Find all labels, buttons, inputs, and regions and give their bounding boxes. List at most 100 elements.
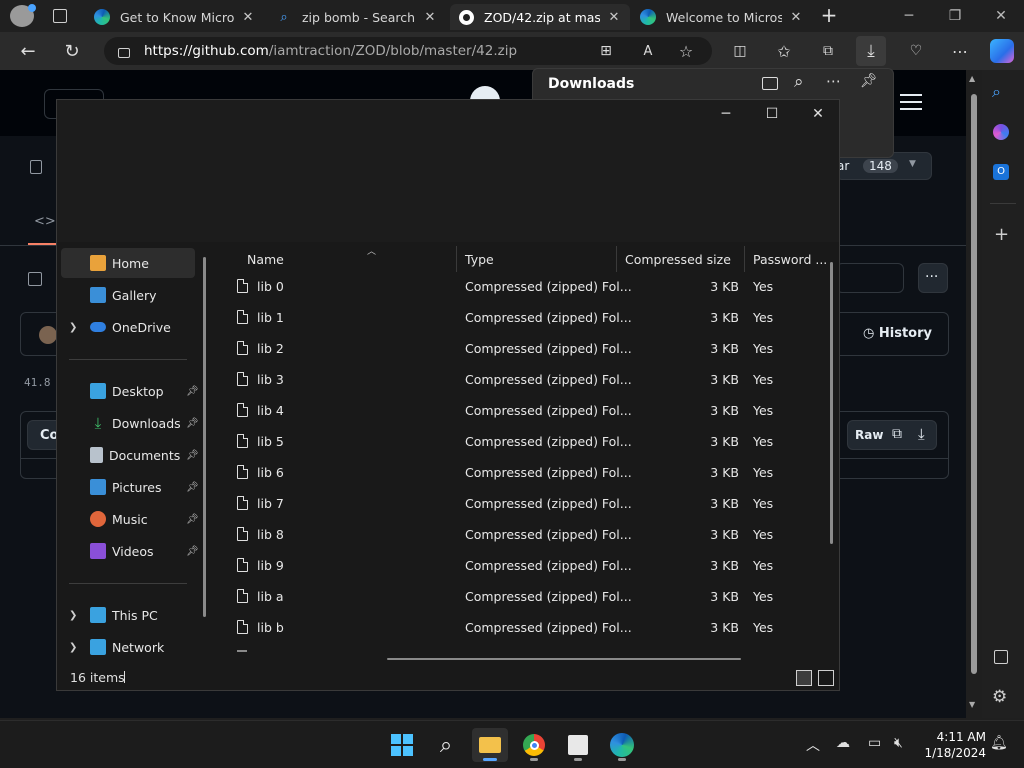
search-file-input[interactable] xyxy=(836,263,904,293)
table-row[interactable]: lib 4 Compressed (zipped) Fol... 3 KB Yes xyxy=(227,396,827,426)
scroll-down-arrow[interactable]: ▼ xyxy=(969,700,975,709)
downloads-search-icon[interactable]: ⌕ xyxy=(794,72,804,92)
file-tree-icon[interactable] xyxy=(28,272,42,286)
explorer-maximize-button[interactable]: ☐ xyxy=(749,100,795,128)
tab-github-zod[interactable]: ZOD/42.zip at master ✕ xyxy=(450,4,630,30)
nav-item-videos[interactable]: Videos 📌︎ xyxy=(61,536,199,566)
column-header-type[interactable]: Type xyxy=(457,246,617,272)
refresh-button[interactable]: ↻ xyxy=(62,41,82,62)
chevron-down-icon[interactable]: ▼ xyxy=(909,159,916,169)
display-icon[interactable]: ▭ xyxy=(868,735,881,751)
table-row[interactable]: lib 2 Compressed (zipped) Fol... 3 KB Yes xyxy=(227,334,827,364)
address-bar[interactable]: https://github.com/iamtraction/ZOD/blob/… xyxy=(104,37,712,65)
sidebar-search-icon[interactable]: ⌕ xyxy=(992,82,1001,102)
nav-item-downloads[interactable]: ⤓ Downloads 📌︎ xyxy=(61,408,199,438)
profile-avatar[interactable] xyxy=(10,4,36,27)
tab-zip-bomb-search[interactable]: ⌕ zip bomb - Search ✕ xyxy=(268,4,446,30)
minimize-button[interactable]: ─ xyxy=(886,0,932,32)
copy-icon[interactable]: ⧉ xyxy=(892,426,902,442)
nav-scrollbar[interactable] xyxy=(203,257,206,617)
chevron-right-icon[interactable]: ❯ xyxy=(69,642,77,653)
favorite-star-icon[interactable]: ☆ xyxy=(676,41,696,61)
collections-icon[interactable]: ⧉ xyxy=(818,41,838,61)
tab-get-to-know[interactable]: Get to Know Microsof ✕ xyxy=(86,4,264,30)
cloud-icon[interactable]: ☁ xyxy=(836,735,850,751)
taskbar-chrome[interactable] xyxy=(516,728,552,762)
taskbar-search-button[interactable]: ⌕ xyxy=(428,728,464,762)
nav-item-onedrive[interactable]: ❯ OneDrive xyxy=(61,312,195,342)
split-screen-icon[interactable]: ◫ xyxy=(730,41,750,61)
volume-muted-icon[interactable]: 🔇︎ xyxy=(894,735,903,751)
close-icon[interactable]: ✕ xyxy=(240,10,256,25)
scroll-up-arrow[interactable]: ▲ xyxy=(969,74,975,83)
sidebar-settings-gear-icon[interactable]: ⚙ xyxy=(992,687,1007,707)
app-available-icon[interactable]: ⊞ xyxy=(596,41,616,61)
nav-item-gallery[interactable]: Gallery xyxy=(61,280,195,310)
new-tab-button[interactable]: + xyxy=(818,5,840,27)
sidebar-add-icon[interactable]: + xyxy=(994,224,1009,245)
table-row[interactable]: lib 6 Compressed (zipped) Fol... 3 KB Yes xyxy=(227,458,827,488)
table-row[interactable]: lib 5 Compressed (zipped) Fol... 3 KB Yes xyxy=(227,427,827,457)
column-header-compressed-size[interactable]: Compressed size xyxy=(617,246,745,272)
page-scrollbar-thumb[interactable] xyxy=(971,94,977,674)
nav-item-documents[interactable]: Documents 📌︎ xyxy=(61,440,199,470)
notification-bell-icon[interactable]: 🔔︎ xyxy=(990,735,1008,751)
file-list-horizontal-scrollbar[interactable] xyxy=(387,658,741,660)
table-row[interactable]: lib b Compressed (zipped) Fol... 3 KB Yes xyxy=(227,613,827,643)
restore-button[interactable]: ❐ xyxy=(932,0,978,32)
favorites-icon[interactable]: ✩ xyxy=(774,41,794,61)
read-aloud-icon[interactable]: A xyxy=(638,41,658,61)
nav-item-music[interactable]: Music 📌︎ xyxy=(61,504,199,534)
sidebar-copilot-icon[interactable] xyxy=(993,124,1009,140)
taskbar-edge[interactable] xyxy=(604,728,640,762)
table-row[interactable]: lib a Compressed (zipped) Fol... 3 KB Yes xyxy=(227,582,827,612)
downloads-more-icon[interactable]: ⋯ xyxy=(826,72,841,90)
close-icon[interactable]: ✕ xyxy=(606,10,622,25)
column-header-name[interactable]: ︿ Name xyxy=(239,246,457,272)
table-row[interactable]: lib 0 Compressed (zipped) Fol... 3 KB Yes xyxy=(227,272,827,302)
raw-button[interactable]: Raw ⧉ ⤓ xyxy=(847,420,937,450)
sidebar-hide-icon[interactable] xyxy=(994,650,1008,664)
page-scrollbar[interactable]: ▲ ▼ xyxy=(966,70,982,718)
hamburger-menu-icon[interactable] xyxy=(900,94,922,110)
more-options-button[interactable]: ··· xyxy=(918,263,948,293)
close-icon[interactable]: ✕ xyxy=(422,10,438,25)
taskbar-file-explorer[interactable] xyxy=(472,728,508,762)
chevron-right-icon[interactable]: ❯ xyxy=(69,322,77,333)
performance-icon[interactable]: ♡ xyxy=(906,41,926,61)
explorer-minimize-button[interactable]: ─ xyxy=(703,100,749,128)
table-row[interactable]: lib 3 Compressed (zipped) Fol... 3 KB Yes xyxy=(227,365,827,395)
chevron-right-icon[interactable]: ❯ xyxy=(69,610,77,621)
table-row[interactable]: lib 7 Compressed (zipped) Fol... 3 KB Yes xyxy=(227,489,827,519)
close-window-button[interactable]: ✕ xyxy=(978,0,1024,32)
code-tab-icon[interactable]: <> xyxy=(34,214,56,229)
download-icon[interactable]: ⤓ xyxy=(918,425,925,443)
table-row[interactable]: lib 9 Compressed (zipped) Fol... 3 KB Yes xyxy=(227,551,827,581)
column-header-password[interactable]: Password ... xyxy=(745,246,831,272)
start-button[interactable] xyxy=(384,728,420,762)
table-row[interactable]: lib 8 Compressed (zipped) Fol... 3 KB Yes xyxy=(227,520,827,550)
pin-icon[interactable]: 📌︎ xyxy=(860,73,878,89)
nav-item-desktop[interactable]: Desktop 📌︎ xyxy=(61,376,199,406)
close-icon[interactable]: ✕ xyxy=(788,10,804,25)
details-view-button[interactable] xyxy=(796,670,812,686)
taskbar-package-app[interactable] xyxy=(560,728,596,762)
nav-item-pictures[interactable]: Pictures 📌︎ xyxy=(61,472,199,502)
nav-item-home[interactable]: Home xyxy=(61,248,195,278)
downloads-button[interactable]: ⤓ xyxy=(856,36,886,66)
sidebar-outlook-icon[interactable]: O xyxy=(993,164,1009,180)
tiles-view-button[interactable] xyxy=(818,670,834,686)
chevron-up-icon[interactable]: ︿ xyxy=(806,735,820,755)
table-row[interactable]: lib 1 Compressed (zipped) Fol... 3 KB Yes xyxy=(227,303,827,333)
nav-item-this-pc[interactable]: ❯ This PC xyxy=(61,600,195,630)
tab-welcome-microsoft[interactable]: Welcome to Microsof ✕ xyxy=(632,4,812,30)
copilot-icon[interactable] xyxy=(990,39,1014,63)
nav-item-network[interactable]: ❯ Network xyxy=(61,632,195,662)
back-button[interactable]: ← xyxy=(18,41,38,62)
file-list-vertical-scrollbar[interactable] xyxy=(830,262,833,544)
tab-actions-icon[interactable] xyxy=(53,9,67,23)
history-link[interactable]: ◷ History xyxy=(863,326,932,341)
settings-more-icon[interactable]: ⋯ xyxy=(950,41,970,61)
explorer-close-button[interactable]: ✕ xyxy=(795,100,841,128)
open-folder-icon[interactable] xyxy=(762,77,778,90)
